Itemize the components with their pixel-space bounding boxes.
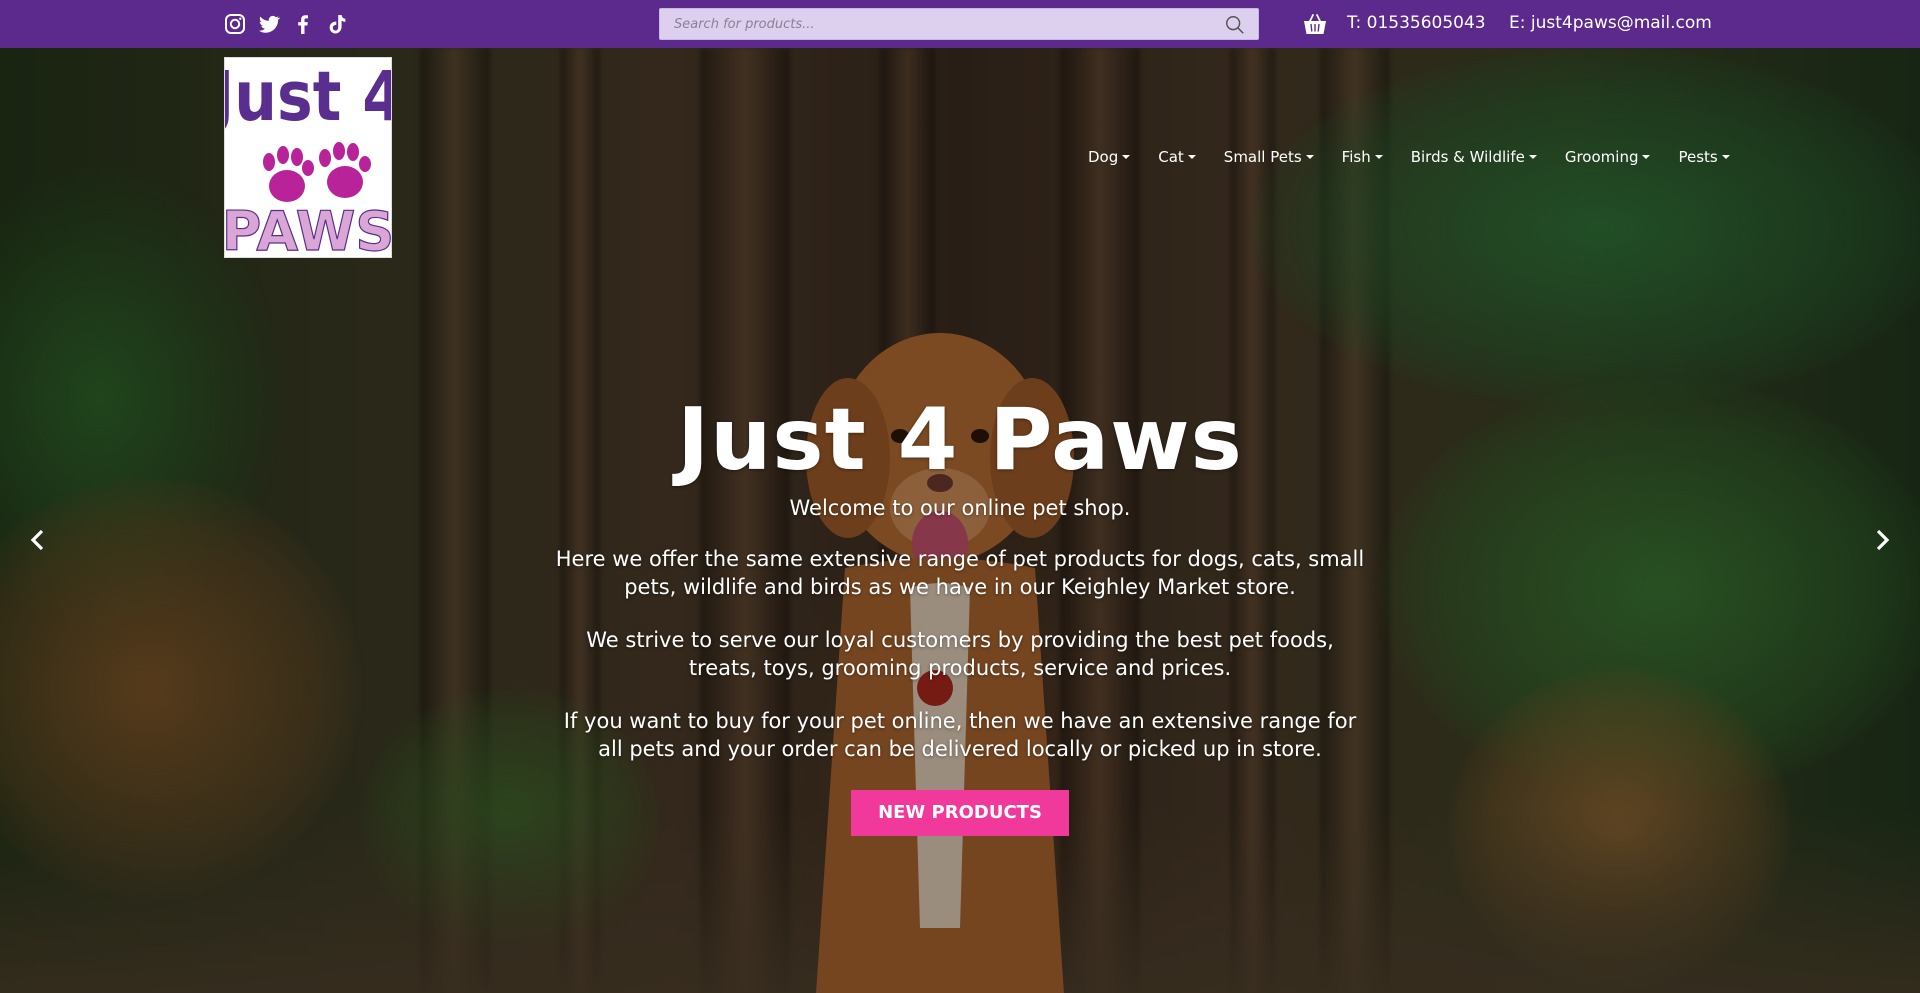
paw-print-icon <box>263 146 314 202</box>
social-links <box>223 12 349 36</box>
search-icon[interactable] <box>1224 14 1246 36</box>
caret-down-icon <box>1642 155 1651 159</box>
logo-text-paws: PAWS <box>225 200 391 257</box>
nav-label: Pests <box>1678 148 1718 166</box>
new-products-button[interactable]: NEW PRODUCTS <box>851 790 1069 836</box>
intro-paragraph: Here we offer the same extensive range o… <box>555 547 1365 599</box>
nav-item-fish[interactable]: Fish <box>1342 148 1383 166</box>
nav-label: Cat <box>1158 148 1184 166</box>
main-navigation: Dog Cat Small Pets Fish Birds & Wildlife… <box>1088 148 1730 166</box>
hero-content: Just 4 Paws Welcome to our online pet sh… <box>0 390 1920 836</box>
nav-label: Dog <box>1088 148 1119 166</box>
nav-item-pests[interactable]: Pests <box>1678 148 1730 166</box>
email-address[interactable]: E: just4paws@mail.com <box>1509 13 1712 33</box>
nav-item-birds-wildlife[interactable]: Birds & Wildlife <box>1411 148 1537 166</box>
instagram-icon[interactable] <box>223 12 247 36</box>
caret-down-icon <box>1374 155 1383 159</box>
nav-label: Grooming <box>1564 148 1639 166</box>
welcome-text: Welcome to our online pet shop. <box>789 496 1131 520</box>
carousel-prev-icon[interactable] <box>26 528 50 552</box>
nav-label: Small Pets <box>1223 148 1302 166</box>
contact-info: T: 01535605043 E: just4paws@mail.com <box>1347 13 1730 33</box>
nav-item-cat[interactable]: Cat <box>1158 148 1196 166</box>
search-box <box>659 8 1259 40</box>
top-bar: T: 01535605043 E: just4paws@mail.com <box>0 0 1920 48</box>
nav-item-dog[interactable]: Dog <box>1088 148 1131 166</box>
hero-title: Just 4 Paws <box>677 390 1243 490</box>
nav-label: Birds & Wildlife <box>1410 148 1525 166</box>
nav-item-small-pets[interactable]: Small Pets <box>1224 148 1314 166</box>
basket-icon[interactable] <box>1302 11 1328 37</box>
caret-down-icon <box>1305 155 1314 159</box>
phone-number[interactable]: T: 01535605043 <box>1347 13 1486 33</box>
intro-paragraph: If you want to buy for your pet online, … <box>563 709 1357 761</box>
logo-text-just4: Just 4 <box>225 58 391 137</box>
carousel-next-icon[interactable] <box>1870 528 1894 552</box>
caret-down-icon <box>1122 155 1131 159</box>
nav-label: Fish <box>1341 148 1371 166</box>
tiktok-icon[interactable] <box>325 12 349 36</box>
site-logo[interactable]: Just 4 PAWS <box>208 57 404 264</box>
facebook-icon[interactable] <box>291 12 315 36</box>
paw-print-icon <box>319 142 371 198</box>
nav-item-grooming[interactable]: Grooming <box>1565 148 1651 166</box>
caret-down-icon <box>1187 155 1196 159</box>
search-input[interactable] <box>660 9 1220 39</box>
caret-down-icon <box>1721 155 1730 159</box>
twitter-icon[interactable] <box>257 12 281 36</box>
caret-down-icon <box>1528 155 1537 159</box>
intro-paragraph: We strive to serve our loyal customers b… <box>586 628 1334 680</box>
